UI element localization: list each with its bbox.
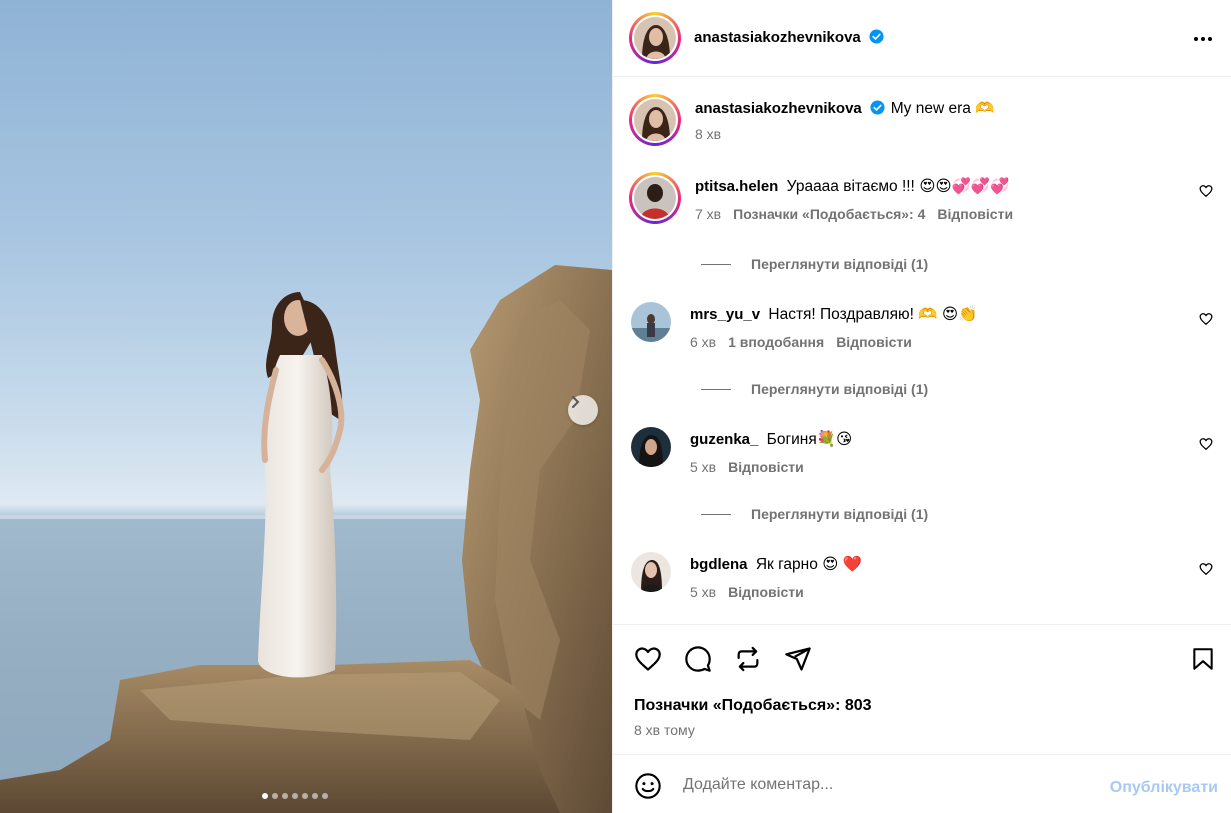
next-slide-button[interactable] [568, 395, 598, 425]
verified-badge-icon [869, 29, 884, 44]
reply-button[interactable]: Відповісти [728, 584, 804, 600]
emoji-picker-button[interactable] [634, 772, 662, 805]
avatar-photo [631, 552, 671, 592]
heart-outline-icon [1199, 313, 1213, 326]
author-avatar[interactable] [629, 94, 681, 146]
comment-text: Настя! Поздравляю! 🫶 [768, 306, 938, 323]
smiley-icon [635, 773, 661, 799]
comment-row: mrs_yu_v Настя! Поздравляю! 🫶 😍👏 6 хв 1 … [629, 300, 1219, 350]
heart-icon [635, 647, 661, 671]
caption-text: My new era 🫶 [890, 100, 995, 117]
view-replies-button[interactable]: Переглянути відповіді (1) [701, 381, 928, 397]
comment-like-button[interactable] [1199, 312, 1213, 331]
like-button[interactable] [634, 645, 662, 678]
reply-button[interactable]: Відповісти [728, 459, 804, 475]
more-dots-icon [1194, 37, 1212, 41]
commenter-avatar[interactable] [631, 302, 671, 342]
comment-username[interactable]: mrs_yu_v [690, 306, 760, 323]
comment-text: Як гарно [755, 556, 818, 573]
reply-button[interactable]: Відповісти [937, 206, 1013, 222]
repost-button[interactable] [734, 645, 762, 678]
comment-row: ptitsa.helen Урaaaa вітаємо !!! 😍😍💞💞💞 7 … [629, 172, 1219, 224]
avatar-photo [634, 17, 676, 59]
carousel-dot [272, 793, 278, 799]
post-header: anastasiakozhevnikova [613, 0, 1231, 77]
comment-username[interactable]: bgdlena [690, 556, 748, 573]
comment-input[interactable] [683, 773, 1083, 797]
heart-outline-icon [1199, 185, 1213, 198]
author-username[interactable]: anastasiakozhevnikova [695, 100, 862, 117]
comment-time[interactable]: 5 хв [690, 584, 716, 600]
author-username[interactable]: anastasiakozhevnikova [694, 29, 861, 46]
avatar-photo [634, 99, 676, 141]
comment-username[interactable]: ptitsa.helen [695, 178, 778, 195]
comments-list[interactable]: anastasiakozhevnikova My new era 🫶 8 хв [613, 78, 1231, 624]
comment-time[interactable]: 7 хв [695, 206, 721, 222]
emoji-heart-eyes: 😍😍 [919, 178, 952, 195]
comment-time[interactable]: 5 хв [690, 459, 716, 475]
caption-row: anastasiakozhevnikova My new era 🫶 8 хв [629, 94, 1219, 146]
chevron-right-icon [572, 396, 580, 408]
caption-time[interactable]: 8 хв [695, 126, 721, 142]
carousel-dot [282, 793, 288, 799]
emoji-bouquet: 💐😘 [816, 431, 853, 448]
save-button[interactable] [1190, 645, 1216, 678]
comment-text: Богиня [766, 431, 817, 448]
carousel-dot [262, 793, 268, 799]
repost-icon [737, 646, 759, 672]
heart-outline-icon [1199, 563, 1213, 576]
more-options-button[interactable] [1192, 28, 1214, 55]
comment-likes-count[interactable]: 1 вподобання [728, 334, 824, 350]
post-comment-button[interactable]: Опублікувати [1110, 779, 1218, 797]
comment-button[interactable] [684, 645, 712, 678]
comment-composer: Опублікувати [613, 754, 1231, 813]
avatar-photo [634, 177, 676, 219]
carousel-indicators [262, 793, 328, 799]
post-actions: Позначки «Подобається»: 803 8 хв тому [613, 624, 1231, 754]
comment-time[interactable]: 6 хв [690, 334, 716, 350]
commenter-avatar[interactable] [629, 172, 681, 224]
post-time[interactable]: 8 хв тому [634, 722, 695, 738]
avatar-photo [631, 302, 671, 342]
view-replies-button[interactable]: Переглянути відповіді (1) [701, 506, 928, 522]
comment-row: bgdlena Як гарно 😍 ❤️ 5 хв Відповісти [629, 550, 1219, 600]
reply-button[interactable]: Відповісти [836, 334, 912, 350]
emoji-heart-eyes: 😍👏 [941, 306, 978, 323]
post-photo[interactable] [0, 0, 612, 813]
emoji-heart-eyes: 😍 ❤️ [822, 556, 862, 573]
send-icon [785, 647, 811, 671]
comment-bubble-icon [685, 646, 711, 672]
bookmark-icon [1193, 648, 1213, 670]
commenter-avatar[interactable] [631, 427, 671, 467]
commenter-avatar[interactable] [631, 552, 671, 592]
comment-likes-count[interactable]: Позначки «Подобається»: 4 [733, 206, 925, 222]
comment-username[interactable]: guzenka_ [690, 431, 758, 448]
emoji-hearts: 💞💞💞 [951, 178, 1010, 195]
verified-badge-icon [870, 100, 885, 115]
share-button[interactable] [784, 645, 812, 678]
comment-row: guzenka_ Богиня💐😘 5 хв Відповісти [629, 425, 1219, 475]
carousel-dot [312, 793, 318, 799]
carousel-dot [322, 793, 328, 799]
comment-like-button[interactable] [1199, 437, 1213, 456]
view-replies-button[interactable]: Переглянути відповіді (1) [701, 256, 928, 272]
comment-like-button[interactable] [1199, 184, 1213, 203]
carousel-dot [292, 793, 298, 799]
author-avatar[interactable] [629, 12, 681, 64]
comment-text: Урaaaa вітаємо !!! [786, 178, 915, 195]
heart-outline-icon [1199, 438, 1213, 451]
avatar-photo [631, 427, 671, 467]
post-side-panel: anastasiakozhevnikova anastasiakozhevnik… [612, 0, 1231, 813]
photo-scene [0, 265, 612, 813]
likes-count[interactable]: Позначки «Подобається»: 803 [634, 697, 872, 715]
carousel-dot [302, 793, 308, 799]
comment-like-button[interactable] [1199, 562, 1213, 581]
